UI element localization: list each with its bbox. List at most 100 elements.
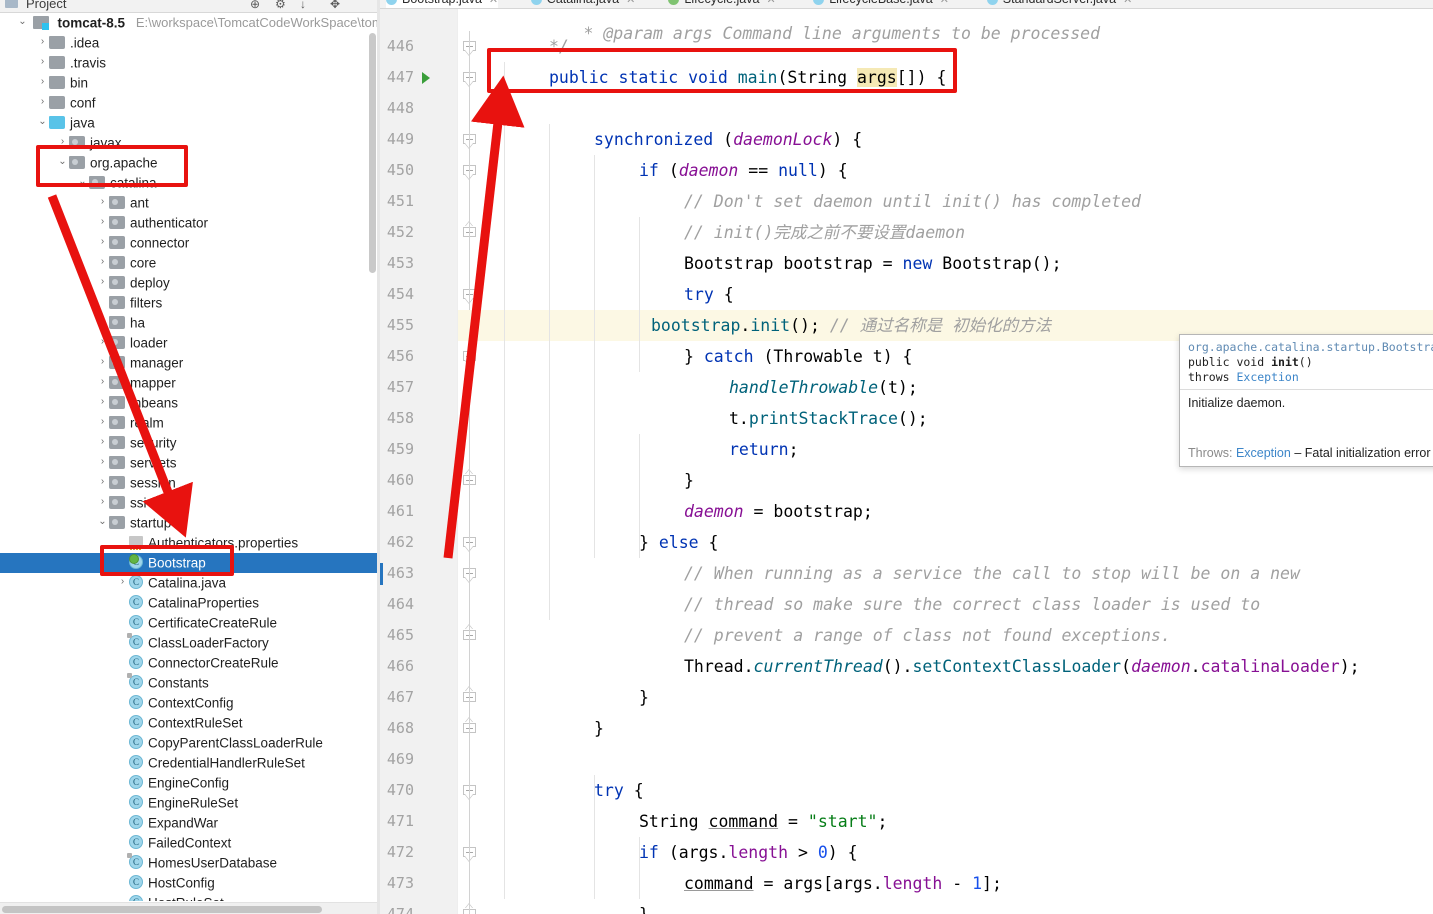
chevron-down-icon[interactable]: ⌄: [76, 172, 89, 192]
pin-icon[interactable]: ✥: [330, 0, 340, 11]
tree-item-hostconfig[interactable]: ·C HostConfig: [0, 873, 377, 893]
tree-item-bootstrap[interactable]: ·C Bootstrap: [0, 553, 377, 573]
code-line-465[interactable]: // prevent a range of class not found ex…: [458, 620, 1433, 651]
tree-item-mbeans[interactable]: › mbeans: [0, 393, 377, 413]
code-line-451[interactable]: // Don't set daemon until init() has com…: [458, 186, 1433, 217]
tree-item-servlets[interactable]: › servlets: [0, 453, 377, 473]
chevron-right-icon[interactable]: ›: [96, 272, 109, 292]
tree-item-core[interactable]: › core: [0, 253, 377, 273]
tree-item-expandwar[interactable]: ·C ExpandWar: [0, 813, 377, 833]
documentation-tooltip[interactable]: org.apache.catalina.startup.Bootstrap pu…: [1179, 334, 1433, 467]
code-line-461[interactable]: daemon = bootstrap;: [458, 496, 1433, 527]
code-line-449[interactable]: synchronized (daemonLock) {: [458, 124, 1433, 155]
editor-tab-standardserver-java[interactable]: StandardServer.java ✕: [986, 0, 1132, 8]
chevron-right-icon[interactable]: ›: [96, 412, 109, 432]
chevron-right-icon[interactable]: ›: [96, 432, 109, 452]
tree-item-realm[interactable]: › realm: [0, 413, 377, 433]
chevron-down-icon[interactable]: ⌄: [36, 112, 49, 132]
code-line-472[interactable]: if (args.length > 0) {: [458, 837, 1433, 868]
chevron-down-icon[interactable]: ⌄: [56, 152, 69, 172]
editor-tab-lifecyclebase-java[interactable]: LifecycleBase.java ✕: [813, 0, 949, 8]
tree-item-certificatecreaterule[interactable]: ·C CertificateCreateRule: [0, 613, 377, 633]
tree-item-manager[interactable]: › manager: [0, 353, 377, 373]
code-line-467[interactable]: }: [458, 682, 1433, 713]
code-line-454[interactable]: try {: [458, 279, 1433, 310]
minimize-icon[interactable]: ↓: [300, 0, 306, 11]
code-line-474[interactable]: }: [458, 899, 1433, 914]
chevron-right-icon[interactable]: ›: [96, 252, 109, 272]
tree-item-failedcontext[interactable]: ·C FailedContext: [0, 833, 377, 853]
chevron-right-icon[interactable]: ›: [96, 232, 109, 252]
code-line-471[interactable]: String command = "start";: [458, 806, 1433, 837]
chevron-right-icon[interactable]: ›: [36, 52, 49, 72]
tree-item-contextruleset[interactable]: ·C ContextRuleSet: [0, 713, 377, 733]
editor-tab-bar[interactable]: Bootstrap.java✕ Catalina.java✕ Lifecycle.j…: [380, 0, 1433, 9]
close-icon[interactable]: ✕: [940, 0, 949, 6]
code-line-462[interactable]: } else {: [458, 527, 1433, 558]
code-line-450[interactable]: if (daemon == null) {: [458, 155, 1433, 186]
code-line-448[interactable]: [458, 93, 1433, 124]
tree-item-java[interactable]: ⌄ java: [0, 113, 377, 133]
tree-item-bin[interactable]: › bin: [0, 73, 377, 93]
code-line-463[interactable]: // When running as a service the call to…: [458, 558, 1433, 589]
tree-item-constants[interactable]: ·CConstants: [0, 673, 377, 693]
tree-item-catalina[interactable]: ⌄ catalina: [0, 173, 377, 193]
tree-vertical-scrollbar[interactable]: [369, 33, 376, 273]
code-line-468[interactable]: }: [458, 713, 1433, 744]
chevron-right-icon[interactable]: ›: [96, 212, 109, 232]
tree-horizontal-scrollbar[interactable]: [0, 902, 377, 914]
tree-item-conf[interactable]: › conf: [0, 93, 377, 113]
tree-item-contextconfig[interactable]: ·C ContextConfig: [0, 693, 377, 713]
chevron-right-icon[interactable]: ›: [96, 332, 109, 352]
collapse-icon[interactable]: ⊕: [250, 0, 260, 11]
close-icon[interactable]: ✕: [1123, 0, 1132, 6]
tree-item--travis[interactable]: › .travis: [0, 53, 377, 73]
tree-horizontal-scrollbar-thumb[interactable]: [2, 906, 322, 913]
tree-item-filters[interactable]: · filters: [0, 293, 377, 313]
project-tree[interactable]: ⌄ tomcat-8.5 E:\workspace\TomcatCodeWork…: [0, 13, 377, 901]
chevron-right-icon[interactable]: ›: [96, 452, 109, 472]
chevron-right-icon[interactable]: ›: [96, 492, 109, 512]
code-line-464[interactable]: // thread so make sure the correct class…: [458, 589, 1433, 620]
chevron-right-icon[interactable]: ›: [96, 352, 109, 372]
tree-item-ant[interactable]: › ant: [0, 193, 377, 213]
tree-item-security[interactable]: › security: [0, 433, 377, 453]
code-line-453[interactable]: Bootstrap bootstrap = new Bootstrap();: [458, 248, 1433, 279]
tree-item-deploy[interactable]: › deploy: [0, 273, 377, 293]
tree-item-loader[interactable]: › loader: [0, 333, 377, 353]
editor-tab-catalina-java[interactable]: Catalina.java ✕: [530, 0, 635, 8]
chevron-right-icon[interactable]: ›: [96, 472, 109, 492]
tree-item-authenticators-properties[interactable]: · Authenticators.properties: [0, 533, 377, 553]
tree-item-org-apache[interactable]: ⌄ org.apache: [0, 153, 377, 173]
chevron-right-icon[interactable]: ›: [96, 192, 109, 212]
tree-item-classloaderfactory[interactable]: ·CClassLoaderFactory: [0, 633, 377, 653]
chevron-right-icon[interactable]: ›: [96, 372, 109, 392]
tree-item-hostruleset[interactable]: ·C HostRuleSet: [0, 893, 377, 901]
tree-item-startup[interactable]: ⌄ startup: [0, 513, 377, 533]
tree-item-engineruleset[interactable]: ·C EngineRuleSet: [0, 793, 377, 813]
close-icon[interactable]: ✕: [489, 0, 498, 6]
tree-item-javax[interactable]: › javax: [0, 133, 377, 153]
tree-item--idea[interactable]: › .idea: [0, 33, 377, 53]
code-line-460[interactable]: }: [458, 465, 1433, 496]
chevron-right-icon[interactable]: ›: [36, 72, 49, 92]
tree-item-copyparentclassloaderrule[interactable]: ·C CopyParentClassLoaderRule: [0, 733, 377, 753]
code-line-452[interactable]: // init()完成之前不要设置daemon: [458, 217, 1433, 248]
settings-icon[interactable]: ⚙: [275, 0, 286, 11]
editor-gutter[interactable]: 446 447 448 449 450 451 452 453 454 455 456 457 458 4…: [380, 9, 476, 914]
tree-item-engineconfig[interactable]: ·C EngineConfig: [0, 773, 377, 793]
tree-item-ssi[interactable]: › ssi: [0, 493, 377, 513]
tree-item-connector[interactable]: › connector: [0, 233, 377, 253]
tree-item-homesuserdatabase[interactable]: ·CHomesUserDatabase: [0, 853, 377, 873]
chevron-right-icon[interactable]: ›: [96, 392, 109, 412]
tree-item-catalina-java[interactable]: › C Catalina.java: [0, 573, 377, 593]
tree-item-mapper[interactable]: › mapper: [0, 373, 377, 393]
tree-item-catalinaproperties[interactable]: ·C CatalinaProperties: [0, 593, 377, 613]
editor-tab-bootstrap-java[interactable]: Bootstrap.java ✕: [386, 0, 499, 8]
code-line-470[interactable]: try {: [458, 775, 1433, 806]
editor-tab-lifecycle-java[interactable]: Lifecycle.java ✕: [668, 0, 776, 8]
close-icon[interactable]: ✕: [766, 0, 775, 6]
tree-item-connectorcreaterule[interactable]: ·C ConnectorCreateRule: [0, 653, 377, 673]
chevron-right-icon[interactable]: ›: [56, 132, 69, 152]
close-icon[interactable]: ✕: [626, 0, 635, 6]
